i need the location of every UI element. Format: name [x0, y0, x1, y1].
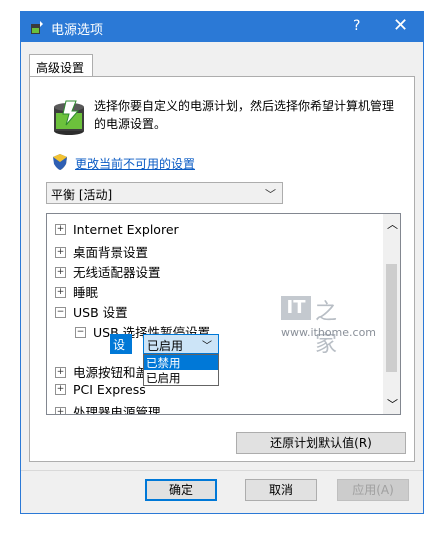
tree-item-label: 睡眠 [73, 285, 99, 300]
collapse-icon[interactable]: − [75, 327, 86, 338]
collapse-icon[interactable]: − [55, 307, 66, 318]
advanced-settings-panel: 选择你要自定义的电源计划，然后选择你希望计算机管理的电源设置。 更改当前不可用的… [29, 76, 415, 462]
power-options-dialog: 电源选项 ? ✕ 高级设置 选择你要自定义的电源计划，然后选择你希望计算机管理的… [20, 11, 424, 514]
tree-item-label: 桌面背景设置 [73, 245, 149, 260]
settings-tree[interactable]: + Internet Explorer + 桌面背景设置 + 无线适配器设置 + 睡眠 … [46, 213, 401, 415]
option-disabled[interactable]: 已禁用 [144, 355, 218, 370]
tree-item-wireless-adapter[interactable]: + 无线适配器设置 [55, 262, 161, 282]
chevron-down-icon: ﹀ [265, 188, 276, 201]
setting-label: 设置: [110, 334, 133, 369]
tab-advanced-settings[interactable]: 高级设置 [29, 54, 93, 77]
expand-icon[interactable]: + [55, 407, 66, 414]
button-separator [21, 470, 423, 471]
option-enabled[interactable]: 已启用 [144, 370, 218, 385]
chevron-down-icon: ﹀ [202, 341, 212, 352]
tree-item-label: Internet Explorer [73, 222, 179, 237]
description-text: 选择你要自定义的电源计划，然后选择你希望计算机管理的电源设置。 [94, 99, 395, 131]
scroll-thumb[interactable] [386, 264, 397, 372]
apply-button[interactable]: 应用(A) [337, 479, 409, 501]
tree-item-internet-explorer[interactable]: + Internet Explorer [55, 222, 179, 242]
tree-item-processor-power[interactable]: + 处理器电源管理 [55, 402, 161, 415]
scroll-down-icon[interactable]: ﹀ [387, 396, 398, 412]
expand-icon[interactable]: + [55, 224, 66, 235]
help-button[interactable]: ? [353, 18, 360, 34]
power-plan-select[interactable]: 平衡 [活动] ﹀ [46, 182, 283, 204]
restore-defaults-button[interactable]: 还原计划默认值(R) [236, 432, 406, 454]
close-button[interactable]: ✕ [393, 15, 408, 36]
expand-icon[interactable]: + [55, 247, 66, 258]
vertical-scrollbar[interactable]: ︿ ﹀ [383, 214, 400, 414]
tree-item-usb-settings[interactable]: − USB 设置 [55, 302, 128, 322]
tree-item-label: 无线适配器设置 [73, 265, 161, 280]
expand-icon[interactable]: + [55, 287, 66, 298]
expand-icon[interactable]: + [55, 384, 66, 395]
tree-item-label: USB 设置 [73, 305, 128, 320]
change-settings-link[interactable]: 更改当前不可用的设置 [75, 155, 195, 172]
setting-dropdown-list: 已禁用 已启用 [143, 354, 219, 386]
tree-item-label: 处理器电源管理 [73, 405, 161, 415]
uac-shield-icon [53, 154, 67, 170]
ok-button[interactable]: 确定 [145, 479, 217, 501]
cancel-button[interactable]: 取消 [245, 479, 317, 501]
setting-select[interactable]: 已启用 ﹀ [143, 334, 219, 354]
tree-item-pci-express[interactable]: + PCI Express [55, 382, 146, 402]
tree-item-power-buttons-lid[interactable]: + 电源按钮和盖 [55, 362, 148, 382]
title-bar[interactable]: 电源选项 ? ✕ [21, 12, 423, 42]
watermark-url: www.ithome.com [281, 326, 377, 339]
tree-item-desktop-background[interactable]: + 桌面背景设置 [55, 242, 148, 262]
setting-value: 已启用 [147, 339, 184, 353]
power-plan-value: 平衡 [活动] [51, 188, 113, 202]
tree-item-label: 电源按钮和盖 [73, 365, 149, 380]
tree-item-sleep[interactable]: + 睡眠 [55, 282, 98, 302]
expand-icon[interactable]: + [55, 367, 66, 378]
watermark-logo: IT [281, 296, 311, 320]
power-options-app-icon [31, 21, 43, 34]
tree-item-label: PCI Express [73, 382, 146, 397]
battery-icon [54, 100, 84, 135]
window-title: 电源选项 [51, 23, 104, 38]
expand-icon[interactable]: + [55, 267, 66, 278]
scroll-up-icon[interactable]: ︿ [387, 216, 398, 232]
